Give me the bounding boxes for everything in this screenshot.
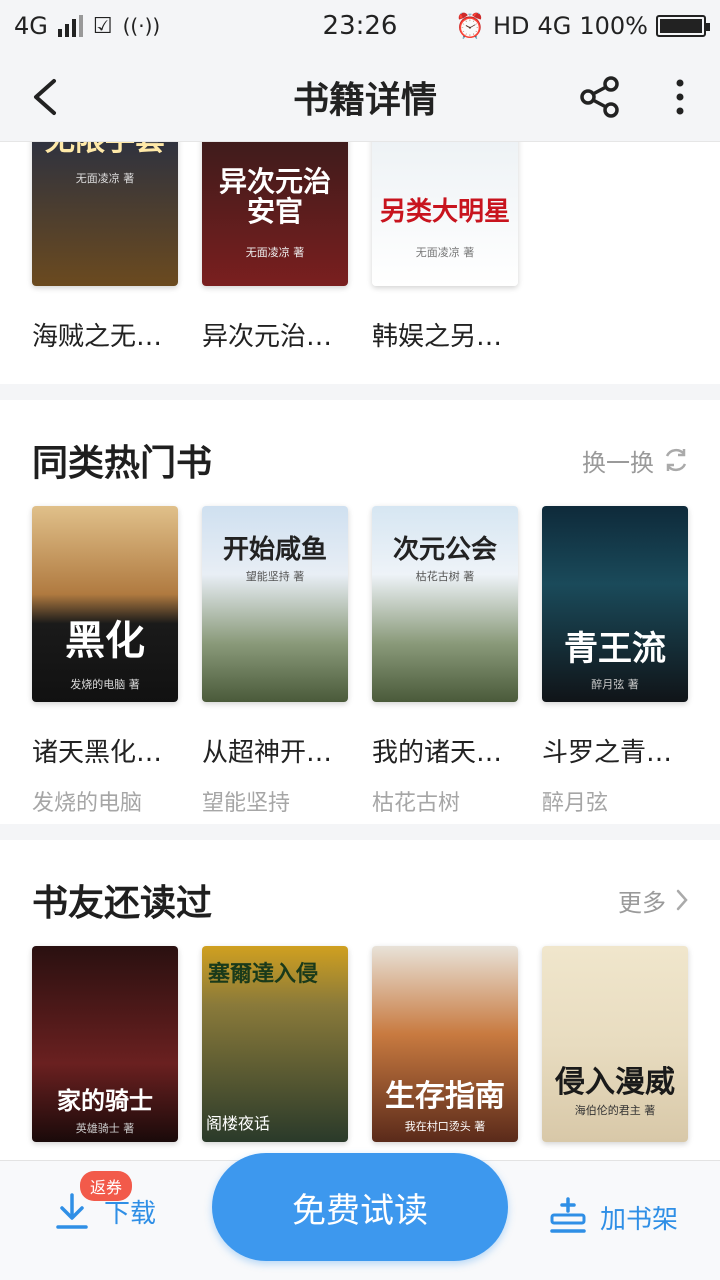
bookshelf-add-icon bbox=[550, 1197, 586, 1233]
download-label: 下载 bbox=[104, 1198, 157, 1229]
hd-label: HD bbox=[492, 12, 530, 40]
book-card[interactable]: 开始咸鱼 望能坚持 著 从超神开… 望能坚持 bbox=[202, 506, 348, 817]
book-cover: 塞爾達入侵 阁楼夜话 bbox=[202, 946, 348, 1142]
book-title: 异次元治… bbox=[202, 322, 333, 352]
book-card[interactable]: 黑化 发烧的电脑 著 诸天黑化… 发烧的电脑 bbox=[32, 506, 178, 817]
share-icon bbox=[580, 75, 619, 118]
book-cover: 另类大明星 无面凌凉 著 bbox=[372, 142, 518, 286]
book-card[interactable]: 次元公会 枯花古树 著 我的诸天… 枯花古树 bbox=[372, 506, 518, 817]
book-cover: 生存指南 我在村口烫头 著 bbox=[372, 946, 518, 1142]
back-button[interactable] bbox=[0, 52, 90, 142]
book-title: 从超神开… bbox=[202, 738, 333, 768]
book-cover: 异次元治安官 无面凌凉 著 bbox=[202, 142, 348, 286]
section-header: 书友还读过 更多 bbox=[32, 874, 690, 926]
book-cover: 家的骑士 英雄骑士 著 bbox=[32, 946, 178, 1142]
book-title: 诸天黑化… bbox=[32, 738, 163, 768]
book-card[interactable]: 家的骑士 英雄骑士 著 bbox=[32, 946, 178, 1142]
book-card[interactable]: 无限手套 无面凌凉 著 海贼之无… bbox=[32, 142, 178, 353]
signal-icon bbox=[57, 15, 83, 37]
network-label: 4G bbox=[14, 12, 48, 40]
book-cover: 黑化 发烧的电脑 著 bbox=[32, 506, 178, 702]
also-read-section: 书友还读过 更多 家的骑士 英雄骑士 著 塞爾達入侵 阁楼夜话 生存指南 我在村… bbox=[0, 840, 720, 1160]
top-books-section: 无限手套 无面凌凉 著 海贼之无… 异次元治安官 无面凌凉 著 异次元治… 另类… bbox=[0, 142, 720, 384]
app-header: 书籍详情 bbox=[0, 52, 720, 142]
book-cover: 无限手套 无面凌凉 著 bbox=[32, 142, 178, 286]
clipboard-check-icon: ☑ bbox=[92, 13, 113, 39]
network2-label: 4G bbox=[537, 12, 572, 40]
book-card[interactable]: 塞爾達入侵 阁楼夜话 bbox=[202, 946, 348, 1142]
free-read-button[interactable]: 免费试读 bbox=[212, 1153, 508, 1261]
page-title: 书籍详情 bbox=[292, 79, 437, 121]
book-title: 我的诸天… bbox=[372, 738, 503, 768]
similar-books-section: 同类热门书 换一换 黑化 发烧的电脑 著 诸天黑化… 发烧的电脑 开始咸鱼 望能… bbox=[0, 400, 720, 824]
more-link[interactable]: 更多 bbox=[618, 883, 690, 918]
download-button[interactable]: 下载 bbox=[54, 1191, 156, 1231]
section-title: 书友还读过 bbox=[32, 883, 213, 924]
book-cover: 次元公会 枯花古树 著 bbox=[372, 506, 518, 702]
book-author: 枯花古树 bbox=[372, 791, 461, 816]
book-card[interactable]: 青王流 醉月弦 著 斗罗之青… 醉月弦 bbox=[542, 506, 688, 817]
content-scroll[interactable]: 无限手套 无面凌凉 著 海贼之无… 异次元治安官 无面凌凉 著 异次元治… 另类… bbox=[0, 142, 720, 1160]
book-card[interactable]: 侵入漫威 海伯伦的君主 著 bbox=[542, 946, 688, 1142]
book-author: 醉月弦 bbox=[542, 791, 609, 816]
status-bar: 4G ☑ ((·)) 23:26 ⏰ HD 4G 100% bbox=[0, 0, 720, 52]
radio-wave-icon: ((·)) bbox=[122, 14, 161, 38]
refresh-button[interactable]: 换一换 bbox=[582, 443, 690, 478]
book-card[interactable]: 生存指南 我在村口烫头 著 bbox=[372, 946, 518, 1142]
section-header: 同类热门书 换一换 bbox=[32, 434, 690, 486]
chevron-right-icon bbox=[676, 889, 688, 911]
battery-percent: 100% bbox=[579, 12, 648, 40]
book-title: 海贼之无… bbox=[32, 322, 163, 352]
section-title: 同类热门书 bbox=[32, 443, 213, 484]
top-books-row: 无限手套 无面凌凉 著 海贼之无… 异次元治安官 无面凌凉 著 异次元治… 另类… bbox=[32, 142, 518, 353]
alarm-icon: ⏰ bbox=[455, 12, 485, 40]
add-to-shelf-button[interactable]: 加书架 bbox=[548, 1197, 678, 1237]
book-title: 斗罗之青… bbox=[542, 738, 673, 768]
book-cover: 青王流 醉月弦 著 bbox=[542, 506, 688, 702]
refresh-icon bbox=[665, 448, 687, 472]
more-vertical-icon bbox=[676, 79, 684, 114]
more-button[interactable] bbox=[640, 52, 720, 142]
download-icon bbox=[56, 1193, 88, 1229]
battery-icon bbox=[656, 15, 710, 37]
book-cover: 开始咸鱼 望能坚持 著 bbox=[202, 506, 348, 702]
book-title: 韩娱之另… bbox=[372, 322, 503, 352]
similar-books-row: 黑化 发烧的电脑 著 诸天黑化… 发烧的电脑 开始咸鱼 望能坚持 著 从超神开…… bbox=[32, 506, 688, 817]
also-read-row: 家的骑士 英雄骑士 著 塞爾達入侵 阁楼夜话 生存指南 我在村口烫头 著 侵入漫… bbox=[32, 946, 688, 1142]
book-card[interactable]: 另类大明星 无面凌凉 著 韩娱之另… bbox=[372, 142, 518, 353]
clock: 23:26 bbox=[322, 11, 398, 41]
share-button[interactable] bbox=[560, 52, 640, 142]
book-cover: 侵入漫威 海伯伦的君主 著 bbox=[542, 946, 688, 1142]
shelf-label: 加书架 bbox=[600, 1204, 679, 1235]
bottom-action-bar: 返券 下载 免费试读 加书架 bbox=[0, 1153, 720, 1280]
book-card[interactable]: 异次元治安官 无面凌凉 著 异次元治… bbox=[202, 142, 348, 353]
chevron-left-icon bbox=[34, 78, 56, 115]
book-author: 发烧的电脑 bbox=[32, 791, 143, 816]
book-author: 望能坚持 bbox=[202, 791, 291, 816]
